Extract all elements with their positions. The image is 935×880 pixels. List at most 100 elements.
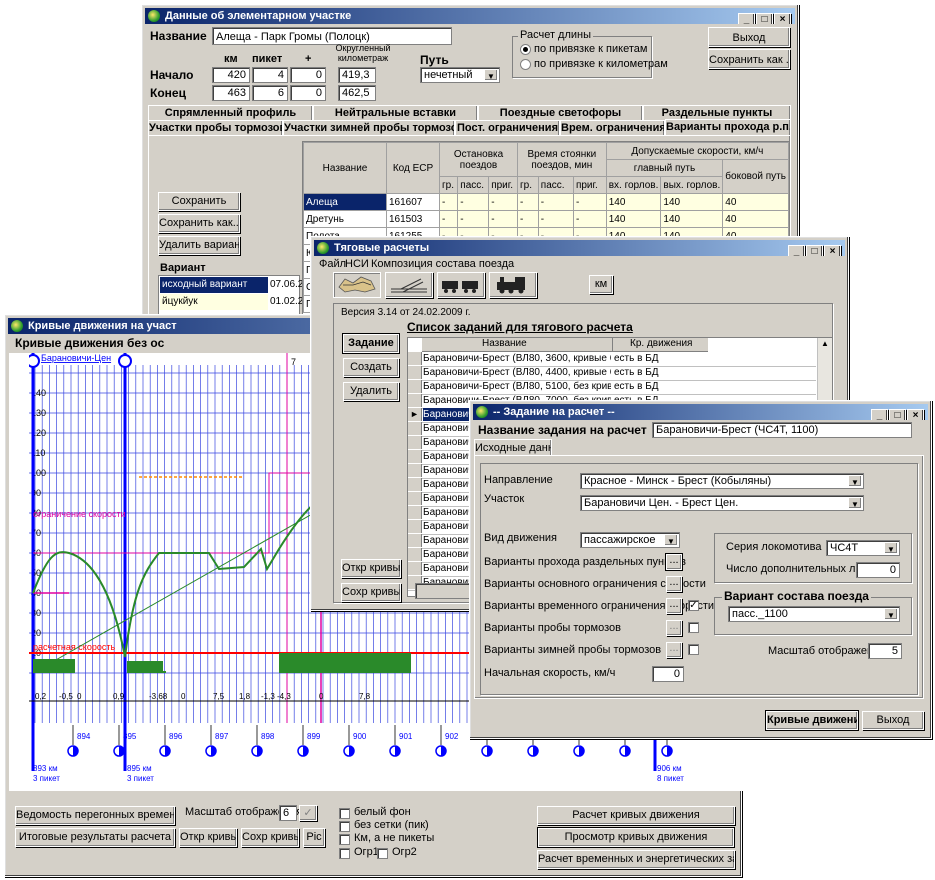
tab-station-variants[interactable]: Варианты прохода р.п. <box>665 119 791 136</box>
start-plus-field[interactable]: 0 <box>290 67 326 83</box>
table-cell[interactable]: 161607 <box>386 193 440 211</box>
winter-brakes-checkbox[interactable] <box>688 644 699 655</box>
table-cell[interactable]: - <box>438 193 459 211</box>
table-cell[interactable]: - <box>517 210 539 228</box>
table-cell[interactable]: - <box>488 193 518 211</box>
pass-points-button[interactable]: ... <box>665 553 683 571</box>
menu-file[interactable]: Файл <box>319 258 346 270</box>
row-selector[interactable] <box>408 366 422 379</box>
map-toolbar-button[interactable] <box>333 272 381 298</box>
list-item[interactable]: исходный вариант <box>160 277 268 293</box>
tab-signals[interactable]: Поездные светофоры <box>478 105 643 120</box>
brakes-button[interactable]: ... <box>666 620 682 636</box>
row-selector[interactable] <box>408 450 422 463</box>
save-curves-button[interactable]: Сохр кривые <box>241 828 299 847</box>
table-cell[interactable]: 40 <box>722 210 789 228</box>
radio-km[interactable] <box>520 59 531 70</box>
maximize-button[interactable]: □ <box>806 245 823 256</box>
table-cell[interactable]: - <box>517 193 539 211</box>
save-as-variant-button[interactable]: Сохранить как... <box>158 214 240 233</box>
scale-field[interactable]: 6 <box>279 805 297 821</box>
list-item[interactable]: йцукйук <box>160 294 268 310</box>
start-piket-field[interactable]: 4 <box>252 67 288 83</box>
locomotive-toolbar-button[interactable] <box>489 272 537 298</box>
pic-button[interactable]: Pic <box>303 828 325 847</box>
table-cell[interactable]: - <box>438 210 459 228</box>
chevron-down-icon[interactable]: ▼ <box>848 497 862 509</box>
row-selector[interactable] <box>408 492 422 505</box>
minimize-button[interactable]: _ <box>871 409 888 420</box>
close-button[interactable]: × <box>774 13 791 24</box>
table-cell[interactable]: 140 <box>660 193 724 211</box>
calc-energy-button[interactable]: Расчет временных и энергетических затрат <box>537 850 735 869</box>
close-button[interactable]: × <box>824 245 841 256</box>
tab-source-data[interactable]: Исходные данные <box>474 439 552 456</box>
temp-limit-checkbox[interactable]: ✓ <box>688 600 699 611</box>
tab-brake-test[interactable]: Участки пробы тормозов <box>148 120 283 135</box>
tab-temporary-limits[interactable]: Врем. ограничения <box>560 120 665 135</box>
movement-select[interactable]: пассажирское ▼ <box>580 532 680 548</box>
table-cell[interactable]: - <box>572 193 607 211</box>
tab-winter-brake-test[interactable]: Участки зимней пробы тормозов <box>283 120 455 135</box>
row-selector[interactable] <box>408 394 422 407</box>
wagons-toolbar-button[interactable] <box>437 272 485 298</box>
table-cell[interactable]: - <box>537 210 574 228</box>
table-cell[interactable]: 140 <box>605 210 662 228</box>
task-name-field[interactable]: Барановичи-Брест (ЧС4Т, 1100) <box>652 422 912 438</box>
end-piket-field[interactable]: 6 <box>252 85 288 101</box>
tab-straightened-profile[interactable]: Спрямленный профиль <box>148 105 313 120</box>
direction-select[interactable]: Красное - Минск - Брест (Кобыляны) ▼ <box>580 473 864 489</box>
tab-neutral-inserts[interactable]: Нейтральные вставки <box>313 105 478 120</box>
table-cell[interactable]: - <box>457 193 490 211</box>
row-selector[interactable] <box>408 506 422 519</box>
radio-pickets[interactable] <box>520 44 531 55</box>
table-cell[interactable]: 161503 <box>386 210 440 228</box>
calc-curves-button[interactable]: Расчет кривых движения <box>537 806 735 825</box>
init-speed-field[interactable]: 0 <box>652 666 684 682</box>
title-bar[interactable]: Тяговые расчеты _ □ × <box>314 240 845 256</box>
table-cell[interactable]: - <box>457 210 490 228</box>
save-variant-button[interactable]: Сохранить <box>158 192 240 211</box>
row-selector[interactable] <box>408 562 422 575</box>
tab-permanent-limits[interactable]: Пост. ограничения <box>455 120 560 135</box>
chevron-down-icon[interactable]: ▼ <box>884 608 898 620</box>
row-selector[interactable] <box>408 534 422 547</box>
km-toolbar-button[interactable]: км <box>589 275 613 294</box>
minimize-button[interactable]: _ <box>788 245 805 256</box>
table-row[interactable]: Алеща 161607- - - - - -140 140 40 <box>303 193 789 211</box>
temp-limit-button[interactable]: ... <box>666 598 682 614</box>
travel-times-button[interactable]: Ведомость перегонных времен хода <box>15 806 175 825</box>
end-plus-field[interactable]: 0 <box>290 85 326 101</box>
train-variant-select[interactable]: пасс._1100 ▼ <box>728 606 900 622</box>
chevron-down-icon[interactable]: ▼ <box>884 542 898 554</box>
save-as-button[interactable]: Сохранить как ... <box>708 49 790 69</box>
task-row[interactable]: Барановичи-Брест (ВЛ80, 4400, кривые 60,… <box>408 366 816 381</box>
white-bg-checkbox[interactable] <box>339 808 350 819</box>
section-select[interactable]: Барановичи Цен. - Брест Цен. ▼ <box>580 495 864 511</box>
ogr1-checkbox[interactable] <box>339 848 350 859</box>
create-task-button[interactable]: Создать <box>343 358 399 377</box>
main-limit-button[interactable]: ... <box>666 576 682 592</box>
table-cell[interactable]: - <box>488 210 518 228</box>
maximize-button[interactable]: □ <box>889 409 906 420</box>
chevron-down-icon[interactable]: ▼ <box>664 534 678 546</box>
task-row[interactable]: Барановичи-Брест (ВЛ80, 5100, без кривых… <box>408 380 816 395</box>
title-bar[interactable]: -- Задание на расчет -- _ □ × <box>473 404 928 420</box>
open-curves-button[interactable]: Откр кривые <box>341 559 401 578</box>
table-cell[interactable]: - <box>572 210 607 228</box>
start-km-field[interactable]: 420 <box>212 67 250 83</box>
task-exit-button[interactable]: Выход <box>862 711 924 730</box>
task-button[interactable]: Задание <box>342 333 400 354</box>
row-selector[interactable] <box>408 520 422 533</box>
task-scale-field[interactable]: 5 <box>868 643 902 659</box>
row-selector[interactable] <box>408 380 422 393</box>
chevron-down-icon[interactable]: ▼ <box>848 475 862 487</box>
winter-brakes-button[interactable]: ... <box>666 642 682 658</box>
delete-task-button[interactable]: Удалить <box>343 382 399 401</box>
no-grid-checkbox[interactable] <box>339 821 350 832</box>
row-selector[interactable] <box>408 464 422 477</box>
task-row[interactable]: Барановичи-Брест (ВЛ80, 3600, кривые 60,… <box>408 352 816 367</box>
table-cell[interactable]: 140 <box>605 193 662 211</box>
row-selector[interactable] <box>408 422 422 435</box>
results-button[interactable]: Итоговые результаты расчета <box>15 828 175 847</box>
